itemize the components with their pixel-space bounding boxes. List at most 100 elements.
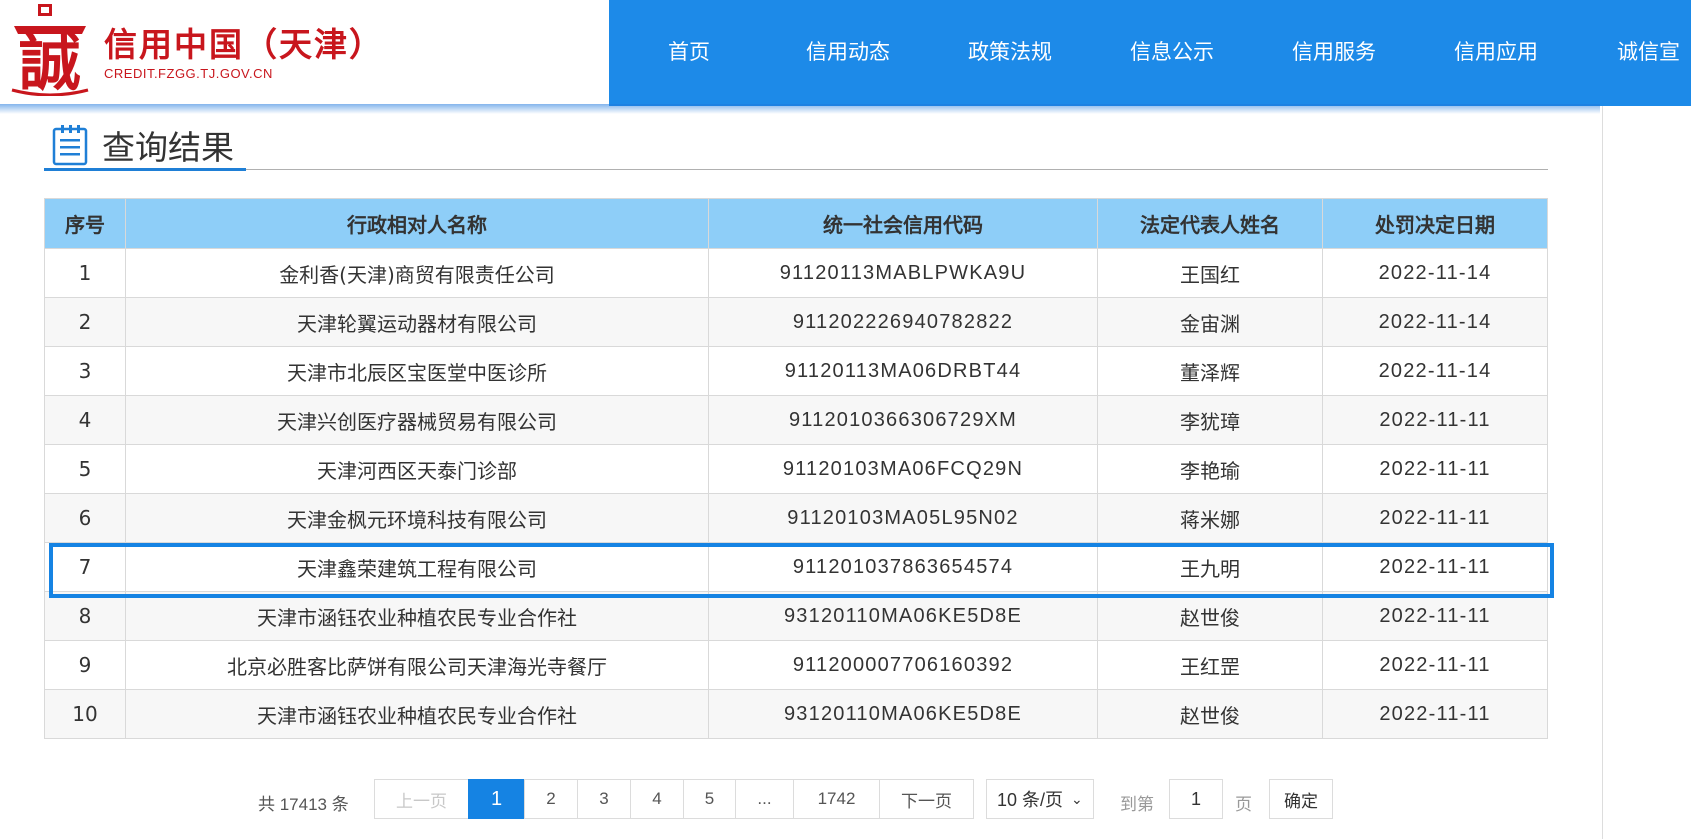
table-row[interactable]: 4 天津兴创医疗器械贸易有限公司 9112010366306729XM 李犹璋 2022… — [44, 395, 1548, 445]
cell-credit-code: 9112010366306729XM — [708, 395, 1098, 445]
site-domain: CREDIT.FZGG.TJ.GOV.CN — [104, 66, 273, 81]
col-header-name: 行政相对人名称 — [125, 198, 709, 249]
cell-date: 2022-11-11 — [1322, 542, 1548, 592]
cell-no: 5 — [44, 444, 126, 494]
page-size-value: 10 条/页 — [997, 790, 1064, 810]
site-header: 誠 信用中国（天津） CREDIT.FZGG.TJ.GOV.CN 首页 信用动态… — [0, 0, 1691, 114]
cell-name[interactable]: 北京必胜客比萨饼有限公司天津海光寺餐厅 — [125, 640, 709, 690]
cell-credit-code: 93120110MA06KE5D8E — [708, 689, 1098, 739]
header-shadow — [0, 104, 1600, 114]
nav-credit-service[interactable]: 信用服务 — [1292, 36, 1376, 66]
pagination-total: 共 17413 条 — [258, 795, 349, 814]
credit-china-emblem-icon[interactable]: 誠 — [8, 4, 92, 96]
cell-date: 2022-11-11 — [1322, 493, 1548, 543]
cell-no: 3 — [44, 346, 126, 396]
nav-policy-law[interactable]: 政策法规 — [968, 36, 1052, 66]
nav-credit-news[interactable]: 信用动态 — [806, 36, 890, 66]
nav-credit-application[interactable]: 信用应用 — [1454, 36, 1538, 66]
table-row[interactable]: 10 天津市涵钰农业种植农民专业合作社 93120110MA06KE5D8E 赵世俊 2… — [44, 689, 1548, 739]
table-row[interactable]: 2 天津轮翼运动器材有限公司 911202226940782822 金宙渊 2022-1… — [44, 297, 1548, 347]
emblem-glyph: 誠 — [19, 26, 81, 96]
goto-page-input[interactable] — [1169, 779, 1223, 819]
cell-legal-rep: 赵世俊 — [1097, 689, 1323, 739]
goto-suffix: 页 — [1235, 795, 1252, 815]
table-header-row: 序号 行政相对人名称 统一社会信用代码 法定代表人姓名 处罚决定日期 — [44, 198, 1548, 249]
cell-date: 2022-11-11 — [1322, 395, 1548, 445]
cell-credit-code: 911201037863654574 — [708, 542, 1098, 592]
nav-integrity-promotion[interactable]: 诚信宣 — [1617, 36, 1680, 66]
chevron-down-icon: ⌄ — [1071, 790, 1083, 807]
cell-no: 8 — [44, 591, 126, 641]
col-header-credit-code: 统一社会信用代码 — [708, 198, 1098, 249]
section-title: 查询结果 — [102, 128, 234, 167]
page-button-2[interactable]: 2 — [524, 779, 578, 819]
cell-no: 4 — [44, 395, 126, 445]
cell-credit-code: 91120113MA06DRBT44 — [708, 346, 1098, 396]
page-button-3[interactable]: 3 — [577, 779, 631, 819]
cell-credit-code: 91120113MABLPWKA9U — [708, 248, 1098, 298]
cell-name[interactable]: 天津河西区天泰门诊部 — [125, 444, 709, 494]
page-size-select[interactable]: 10 条/页 ⌄ — [986, 779, 1094, 819]
table-row[interactable]: 8 天津市涵钰农业种植农民专业合作社 93120110MA06KE5D8E 赵世俊 20… — [44, 591, 1548, 641]
cell-no: 10 — [44, 689, 126, 739]
cell-credit-code: 91120103MA05L95N02 — [708, 493, 1098, 543]
page-button-5[interactable]: 5 — [683, 779, 736, 819]
nav-info-publicity[interactable]: 信息公示 — [1130, 36, 1214, 66]
cell-date: 2022-11-11 — [1322, 444, 1548, 494]
prev-page-button[interactable]: 上一页 — [374, 779, 469, 819]
result-table: 序号 行政相对人名称 统一社会信用代码 法定代表人姓名 处罚决定日期 1 金利香(… — [44, 198, 1548, 739]
cell-credit-code: 911200007706160392 — [708, 640, 1098, 690]
cell-name[interactable]: 天津鑫荣建筑工程有限公司 — [125, 542, 709, 592]
cell-date: 2022-11-14 — [1322, 297, 1548, 347]
cell-name[interactable]: 金利香(天津)商贸有限责任公司 — [125, 248, 709, 298]
table-row[interactable]: 5 天津河西区天泰门诊部 91120103MA06FCQ29N 李艳瑜 2022-11-… — [44, 444, 1548, 494]
logo-area: 誠 信用中国（天津） CREDIT.FZGG.TJ.GOV.CN — [0, 0, 609, 106]
cell-legal-rep: 李犹璋 — [1097, 395, 1323, 445]
page-button-1[interactable]: 1 — [468, 779, 525, 819]
cell-date: 2022-11-11 — [1322, 591, 1548, 641]
next-page-button[interactable]: 下一页 — [879, 779, 974, 819]
goto-prefix: 到第 — [1120, 795, 1154, 815]
cell-legal-rep: 赵世俊 — [1097, 591, 1323, 641]
site-name[interactable]: 信用中国（天津） — [104, 18, 384, 66]
cell-date: 2022-11-14 — [1322, 248, 1548, 298]
table-row[interactable]: 1 金利香(天津)商贸有限责任公司 91120113MABLPWKA9U 王国红 202… — [44, 248, 1548, 298]
cell-no: 7 — [44, 542, 126, 592]
table-row-highlighted[interactable]: 7 天津鑫荣建筑工程有限公司 911201037863654574 王九明 2022-1… — [44, 542, 1548, 592]
cell-name[interactable]: 天津市涵钰农业种植农民专业合作社 — [125, 689, 709, 739]
document-list-icon — [52, 125, 88, 166]
cell-name[interactable]: 天津市涵钰农业种植农民专业合作社 — [125, 591, 709, 641]
cell-legal-rep: 董泽辉 — [1097, 346, 1323, 396]
section-divider-accent — [44, 168, 246, 171]
cell-no: 9 — [44, 640, 126, 690]
goto-confirm-button[interactable]: 确定 — [1269, 779, 1333, 819]
cell-name[interactable]: 天津市北辰区宝医堂中医诊所 — [125, 346, 709, 396]
cell-date: 2022-11-11 — [1322, 640, 1548, 690]
cell-credit-code: 911202226940782822 — [708, 297, 1098, 347]
cell-legal-rep: 王国红 — [1097, 248, 1323, 298]
page-button-last[interactable]: 1742 — [793, 779, 880, 819]
cell-legal-rep: 蒋米娜 — [1097, 493, 1323, 543]
main-nav: 首页 信用动态 政策法规 信息公示 信用服务 信用应用 诚信宣 — [609, 0, 1691, 106]
cell-credit-code: 91120103MA06FCQ29N — [708, 444, 1098, 494]
table-row[interactable]: 9 北京必胜客比萨饼有限公司天津海光寺餐厅 911200007706160392 王红… — [44, 640, 1548, 690]
cell-date: 2022-11-11 — [1322, 689, 1548, 739]
cell-legal-rep: 王九明 — [1097, 542, 1323, 592]
cell-name[interactable]: 天津兴创医疗器械贸易有限公司 — [125, 395, 709, 445]
nav-home[interactable]: 首页 — [668, 36, 710, 66]
cell-legal-rep: 王红罡 — [1097, 640, 1323, 690]
cell-name[interactable]: 天津金枫元环境科技有限公司 — [125, 493, 709, 543]
cell-no: 1 — [44, 248, 126, 298]
right-divider — [1602, 106, 1603, 839]
section-divider — [44, 169, 1548, 170]
page-button-4[interactable]: 4 — [630, 779, 684, 819]
page-ellipsis[interactable]: ... — [735, 779, 794, 819]
table-row[interactable]: 3 天津市北辰区宝医堂中医诊所 91120113MA06DRBT44 董泽辉 2022-… — [44, 346, 1548, 396]
cell-no: 6 — [44, 493, 126, 543]
table-row[interactable]: 6 天津金枫元环境科技有限公司 91120103MA05L95N02 蒋米娜 2022-… — [44, 493, 1548, 543]
cell-date: 2022-11-14 — [1322, 346, 1548, 396]
cell-name[interactable]: 天津轮翼运动器材有限公司 — [125, 297, 709, 347]
col-header-legal-rep: 法定代表人姓名 — [1097, 198, 1323, 249]
cell-no: 2 — [44, 297, 126, 347]
col-header-no: 序号 — [44, 198, 126, 249]
